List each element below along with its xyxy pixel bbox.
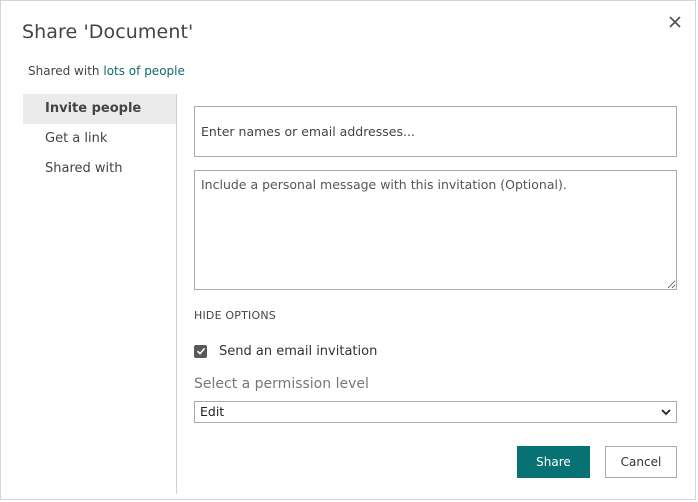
checkmark-icon — [196, 347, 205, 355]
hide-options-toggle[interactable]: HIDE OPTIONS — [194, 309, 276, 322]
close-icon[interactable] — [665, 13, 685, 33]
permission-label: Select a permission level — [194, 376, 369, 392]
sidebar-item-invite-people[interactable]: Invite people — [23, 94, 176, 124]
close-icon-glyph — [669, 16, 681, 28]
permission-selected-value: Edit — [200, 404, 225, 419]
names-input[interactable] — [194, 106, 677, 157]
share-dialog: Share 'Document' Shared with lots of peo… — [0, 0, 696, 500]
send-email-option: Send an email invitation — [194, 343, 377, 359]
permission-select[interactable]: Edit — [194, 401, 677, 423]
shared-with-prefix: Shared with — [28, 64, 100, 78]
share-button[interactable]: Share — [517, 446, 590, 478]
shared-with-link[interactable]: lots of people — [103, 64, 185, 78]
dialog-title: Share 'Document' — [22, 21, 194, 43]
send-email-label: Send an email invitation — [219, 343, 378, 359]
send-email-checkbox[interactable] — [194, 344, 207, 358]
sidebar-item-shared-with[interactable]: Shared with — [23, 154, 176, 184]
cancel-button[interactable]: Cancel — [605, 446, 677, 478]
shared-with-summary: Shared with lots of people — [28, 64, 185, 78]
personal-message-field[interactable] — [194, 170, 677, 290]
chevron-down-icon — [661, 409, 671, 416]
sidebar-item-get-a-link[interactable]: Get a link — [23, 124, 176, 154]
sidebar-nav: Invite people Get a link Shared with — [23, 94, 177, 494]
